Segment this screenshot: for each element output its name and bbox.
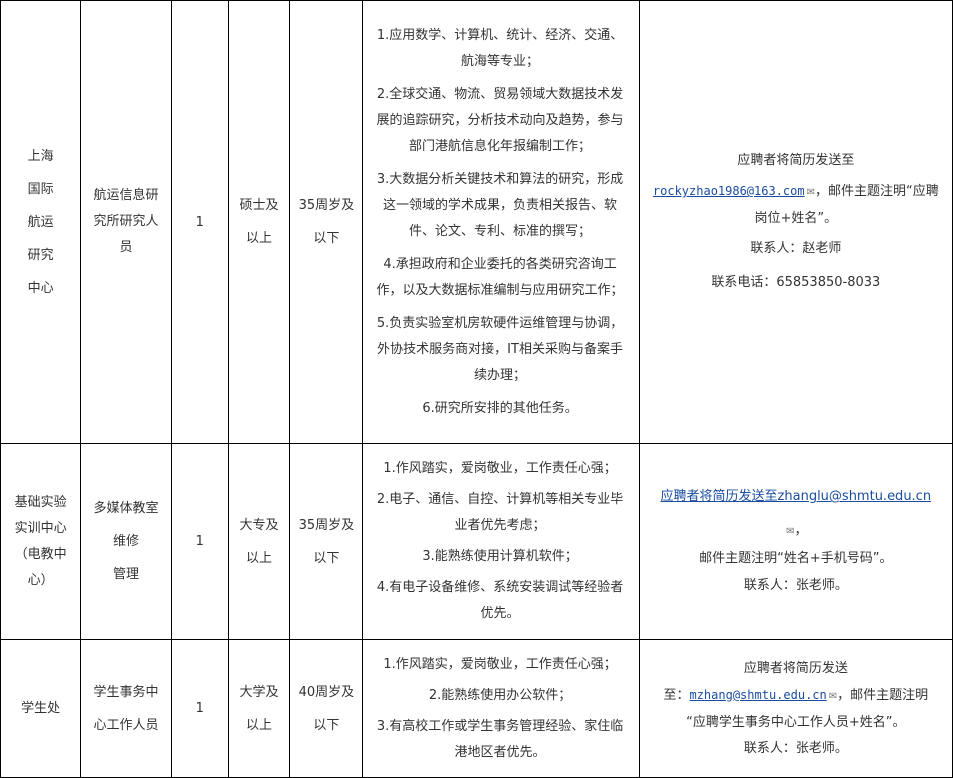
- duty-item: 4.承担政府和企业委托的各类研究咨询工作，以及大数据标准编制与应用研究工作；: [376, 256, 624, 298]
- duty-cell: 1.作风踏实，爱岗敬业，工作责任心强； 2.电子、通信、自控、计算机等相关专业毕…: [362, 443, 640, 640]
- duty-item: 2.全球交通、物流、贸易领域大数据技术发展的追踪研究，分析技术动向及趋势，参与部…: [376, 86, 624, 154]
- position-line: 学生事务中: [93, 684, 159, 700]
- contact-cell: 应聘者将简历发送至 rockyzhao1986@163.com ✉，邮件主题注明“…: [638, 0, 954, 444]
- dept-line: 研究: [27, 247, 54, 263]
- dept-line: 国际: [27, 181, 54, 197]
- contact-person: 联系人：张老师。: [743, 578, 848, 593]
- age-line: 35周岁及: [298, 198, 355, 213]
- dept-line: （电教中: [14, 546, 67, 562]
- education-line: 以上: [246, 717, 273, 733]
- education-line: 大学及: [239, 684, 279, 700]
- education-line: 大专及: [239, 517, 279, 533]
- count-cell: 1: [170, 0, 229, 444]
- envelope-icon: ✉: [828, 690, 838, 702]
- dept-line: 实训中心: [14, 520, 67, 536]
- age-cell: 40周岁及 以下: [289, 639, 364, 778]
- duty-item: 3.大数据分析关键技术和算法的研究，形成这一领域的学术成果，负责相关报告、软件、…: [376, 171, 624, 239]
- age-line: 40周岁及: [298, 684, 355, 700]
- envelope-icon: ✉: [806, 187, 815, 198]
- contact-intro: 应聘者将简历发送至: [737, 153, 855, 168]
- dept-cell: 上海 国际 航运 研究 中心: [0, 0, 82, 444]
- education-cell: 大学及 以上: [227, 639, 291, 778]
- envelope-icon: ✉: [786, 526, 795, 537]
- dept-line: 上海: [27, 148, 54, 164]
- position-line: 航运信息研: [93, 188, 159, 203]
- position-line: 员: [119, 240, 133, 255]
- age-line: 以下: [313, 231, 340, 246]
- dept-cell: 基础实验 实训中心 （电教中 心）: [0, 443, 82, 640]
- contact-person: 联系人：赵老师: [750, 241, 842, 256]
- contact-person: 联系人：张老师。: [743, 740, 848, 756]
- count-value: 1: [195, 701, 204, 716]
- position-line: 管理: [113, 567, 140, 582]
- dept-line: 基础实验: [14, 494, 67, 510]
- contact-subject-note: 邮件主题注明“姓名+手机号码”。: [699, 551, 893, 566]
- email-link[interactable]: rockyzhao1986@163.com: [653, 184, 805, 198]
- contact-prefix: 至：: [663, 687, 690, 703]
- position-cell: 学生事务中 心工作人员: [80, 639, 172, 778]
- duty-item: 2.电子、通信、自控、计算机等相关专业毕业者优先考虑；: [376, 492, 624, 533]
- education-line: 以上: [246, 231, 273, 246]
- position-line: 多媒体教室: [93, 501, 159, 516]
- duty-item: 2.能熟练使用办公软件；: [428, 687, 572, 703]
- job-table: 上海 国际 航运 研究 中心 航运信息研 究所研究人 员 1 硕士及 以上 35…: [0, 0, 954, 778]
- position-line: 维修: [113, 534, 140, 549]
- duty-item: 6.研究所安排的其他任务。: [422, 400, 578, 416]
- dept-line: 心）: [27, 572, 54, 588]
- dept-line: 航运: [27, 214, 54, 230]
- dept-line: 学生处: [21, 701, 61, 716]
- age-cell: 35周岁及 以下: [289, 0, 364, 444]
- education-cell: 大专及 以上: [227, 443, 291, 640]
- position-cell: 多媒体教室 维修 管理: [80, 443, 172, 640]
- email-link[interactable]: 应聘者将简历发送至zhanglu@shmtu.edu.cn: [661, 489, 932, 504]
- education-line: 以上: [246, 550, 273, 566]
- contact-cell: 应聘者将简历发送 至：mzhang@shmtu.edu.cn ✉，邮件主题注明 “…: [638, 639, 954, 778]
- duty-item: 1.应用数学、计算机、统计、经济、交通、航海等专业；: [376, 27, 624, 69]
- contact-subject-value: “应聘学生事务中心工作人员+姓名”。: [686, 714, 906, 730]
- age-line: 以下: [313, 550, 340, 566]
- duty-cell: 1.应用数学、计算机、统计、经济、交通、航海等专业； 2.全球交通、物流、贸易领…: [362, 0, 640, 444]
- table-row: 学生处 学生事务中 心工作人员 1 大学及 以上 40周岁及 以下 1.作风踏实…: [0, 639, 954, 778]
- education-cell: 硕士及 以上: [227, 0, 291, 444]
- contact-intro: 应聘者将简历发送: [743, 660, 848, 676]
- contact-subject-note: ，邮件主题注明: [837, 687, 929, 703]
- duty-item: 1.作风踏实，爱岗敬业，工作责任心强；: [383, 656, 617, 672]
- age-line: 35周岁及: [298, 517, 355, 533]
- dept-cell: 学生处: [0, 639, 82, 778]
- age-cell: 35周岁及 以下: [289, 443, 364, 640]
- count-cell: 1: [170, 639, 229, 778]
- position-line: 究所研究人: [93, 214, 159, 229]
- duty-item: 1.作风踏实，爱岗敬业，工作责任心强；: [383, 461, 617, 476]
- duty-cell: 1.作风踏实，爱岗敬业，工作责任心强； 2.能熟练使用办公软件； 3.有高校工作…: [362, 639, 640, 778]
- contact-punct: ，: [794, 523, 808, 538]
- count-cell: 1: [170, 443, 229, 640]
- position-line: 心工作人员: [93, 717, 159, 733]
- age-line: 以下: [313, 717, 340, 733]
- contact-phone: 联系电话：65853850-8033: [711, 275, 881, 290]
- position-cell: 航运信息研 究所研究人 员: [80, 0, 172, 444]
- table-row: 上海 国际 航运 研究 中心 航运信息研 究所研究人 员 1 硕士及 以上 35…: [0, 0, 954, 444]
- duty-item: 3.能熟练使用计算机软件；: [422, 549, 578, 564]
- education-line: 硕士及: [239, 198, 279, 213]
- email-link[interactable]: mzhang@shmtu.edu.cn: [689, 688, 826, 702]
- duty-item: 4.有电子设备维修、系统安装调试等经验者优先。: [376, 580, 624, 621]
- table-row: 基础实验 实训中心 （电教中 心） 多媒体教室 维修 管理 1 大专及 以上 3: [0, 443, 954, 640]
- dept-line: 中心: [27, 280, 54, 296]
- duty-item: 5.负责实验室机房软硬件运维管理与协调，外协技术服务商对接，IT相关采购与备案手…: [376, 315, 624, 383]
- contact-cell: 应聘者将简历发送至zhanglu@shmtu.edu.cn ✉， 邮件主题注明“姓…: [638, 443, 954, 640]
- count-value: 1: [195, 534, 204, 549]
- duty-item: 3.有高校工作或学生事务管理经验、家住临港地区者优先。: [376, 718, 624, 760]
- count-value: 1: [195, 214, 204, 230]
